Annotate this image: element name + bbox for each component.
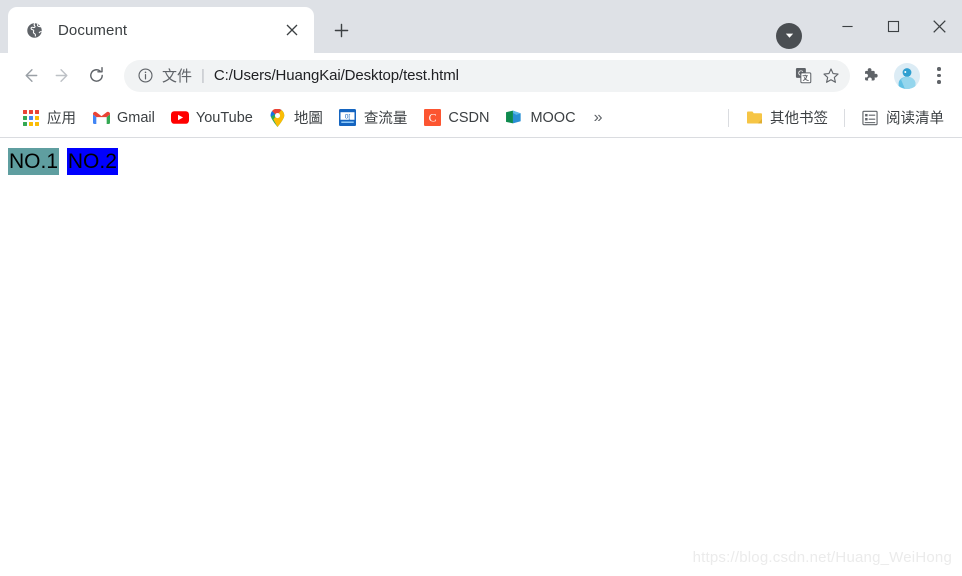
info-circle-icon[interactable] [136, 67, 154, 85]
gmail-icon [92, 109, 110, 127]
avatar[interactable] [894, 62, 920, 89]
svg-text:C: C [428, 111, 436, 125]
back-button[interactable] [14, 60, 46, 92]
globe-icon [24, 20, 44, 40]
bookmark-item-other-bookmarks[interactable]: 其他书签 [737, 105, 836, 131]
bookmark-label: 阅读清单 [886, 111, 944, 127]
bookmark-item-apps[interactable]: 应用 [14, 105, 84, 131]
page-content: NO.1 NO.2 https://blog.csdn.net/Huang_We… [0, 138, 962, 576]
folder-icon [745, 109, 763, 127]
url-scheme-label: 文件 [162, 68, 193, 85]
mark-no2: NO.2 [66, 148, 118, 175]
tab-strip: Document [0, 0, 962, 53]
reading-list-icon [861, 109, 879, 127]
tab-title: Document [58, 21, 128, 39]
bookmark-item-maps[interactable]: 地圖 [261, 105, 331, 131]
url-text[interactable]: C:/Users/HuangKai/Desktop/test.html [214, 67, 788, 84]
star-outline-icon[interactable] [818, 63, 844, 89]
mooc-icon [505, 109, 523, 127]
url-separator: | [201, 67, 205, 84]
bookmarks-divider-right [844, 108, 845, 127]
traffic-meter-icon: 0[ [339, 109, 357, 127]
mark-no1: NO.1 [8, 148, 60, 175]
extensions-button[interactable] [856, 61, 886, 91]
youtube-icon [170, 109, 189, 127]
browser-window: Document 文件 | C:/Users/HuangKai/Desktop/… [0, 0, 962, 576]
bookmark-item-csdn[interactable]: C CSDN [415, 105, 497, 131]
new-tab-button[interactable] [324, 13, 358, 47]
bookmark-label: 应用 [47, 111, 76, 127]
tab-search-button[interactable] [776, 22, 802, 49]
svg-text:0[: 0[ [345, 114, 351, 121]
close-icon[interactable] [280, 18, 304, 42]
minimize-button[interactable] [824, 7, 870, 47]
browser-tab[interactable]: Document [8, 7, 314, 53]
bookmark-item-youtube[interactable]: YouTube [163, 105, 261, 131]
bookmarks-divider-left [728, 108, 729, 127]
three-dots-vertical-icon[interactable] [926, 61, 952, 91]
bookmark-item-traffic[interactable]: 0[ 查流量 [331, 105, 416, 131]
close-window-button[interactable] [916, 7, 962, 47]
bookmarks-overflow-button[interactable]: » [584, 109, 613, 127]
translate-icon[interactable]: G [790, 63, 816, 89]
apps-grid-icon [22, 109, 40, 127]
bookmark-item-mooc[interactable]: MOOC [497, 105, 583, 131]
maximize-button[interactable] [870, 7, 916, 47]
forward-button[interactable] [46, 60, 78, 92]
window-controls [776, 0, 962, 53]
bookmark-label: YouTube [195, 109, 253, 126]
bookmark-label: MOOC [530, 109, 576, 126]
browser-toolbar: 文件 | C:/Users/HuangKai/Desktop/test.html… [0, 53, 962, 98]
bookmarks-bar: 应用 Gmail YouTube 地圖 0[查流量 C CSDN MOOC »… [0, 98, 962, 138]
maps-pin-icon [269, 108, 287, 127]
reload-button[interactable] [80, 60, 112, 92]
address-bar[interactable]: 文件 | C:/Users/HuangKai/Desktop/test.html… [124, 59, 850, 92]
bookmark-label: CSDN [448, 109, 490, 126]
bookmark-label: 地圖 [293, 111, 323, 127]
watermark-text: https://blog.csdn.net/Huang_WeiHong [692, 549, 952, 566]
reading-list-button[interactable]: 阅读清单 [853, 105, 952, 131]
bookmark-label: Gmail [117, 109, 155, 126]
csdn-icon: C [423, 109, 441, 127]
bookmark-label: 查流量 [363, 111, 408, 127]
spacer-text [59, 148, 67, 175]
marks-line: NO.1 NO.2 [8, 148, 954, 175]
bookmark-label: 其他书签 [770, 111, 828, 127]
bookmark-item-gmail[interactable]: Gmail [84, 105, 163, 131]
